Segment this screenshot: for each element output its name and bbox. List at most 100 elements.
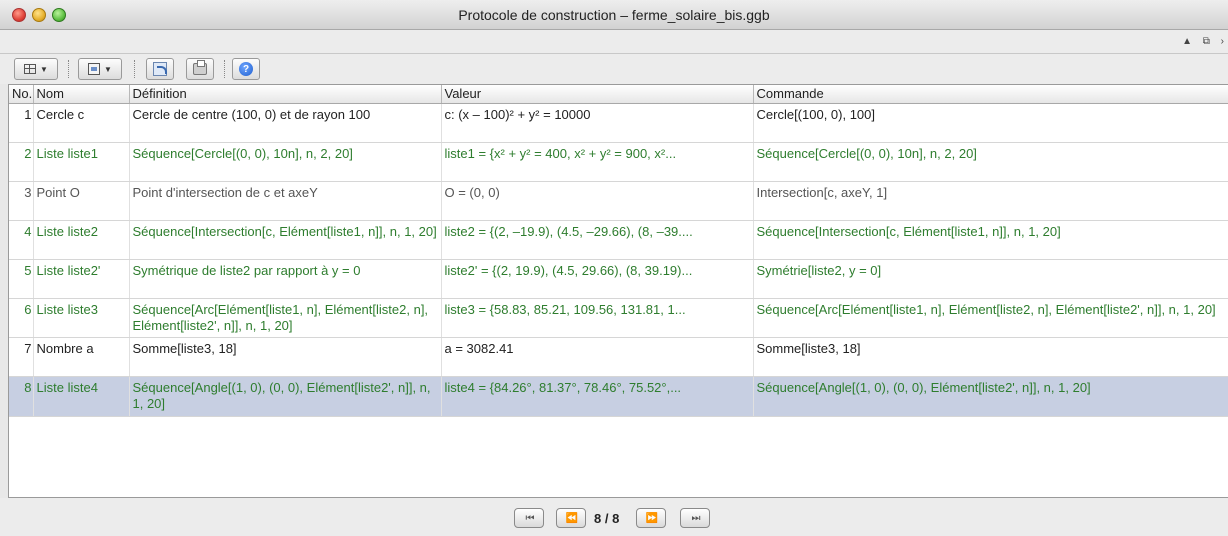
row-definition: Séquence[Angle[(1, 0), (0, 0), Elément[l… <box>129 376 442 417</box>
row-definition-text: Somme[liste3, 18] <box>132 340 237 356</box>
help-icon: ? <box>239 62 253 76</box>
row-definition-text: Symétrique de liste2 par rapport à y = 0 <box>132 262 361 278</box>
row-number: 7 <box>9 337 34 377</box>
print-button[interactable] <box>186 58 214 80</box>
toolbar-separator <box>134 60 135 78</box>
row-command-text: Symétrie[liste2, y = 0] <box>756 262 882 278</box>
row-command-text: Cercle[(100, 0), 100] <box>756 106 876 122</box>
row-definition: Séquence[Arc[Elément[liste1, n], Elément… <box>129 298 442 338</box>
row-command: Somme[liste3, 18] <box>753 337 1228 377</box>
row-definition-text: Séquence[Cercle[(0, 0), 10n], n, 2, 20] <box>132 145 353 161</box>
row-name-text: Liste liste2' <box>36 262 101 278</box>
row-command-text: Intersection[c, axeY, 1] <box>756 184 888 200</box>
chevron-down-icon: ▼ <box>104 64 112 74</box>
view-controls[interactable]: ▲ ⧉ › <box>1182 36 1228 47</box>
row-name-text: Nombre a <box>36 340 94 356</box>
row-definition: Somme[liste3, 18] <box>129 337 442 377</box>
help-button[interactable]: ? <box>232 58 260 80</box>
row-name: Liste liste1 <box>33 142 130 182</box>
row-definition: Cercle de centre (100, 0) et de rayon 10… <box>129 103 442 143</box>
skip-to-end-icon: ⏭ <box>691 512 701 524</box>
column-header-value[interactable]: Valeur <box>441 85 754 104</box>
previous-step-button[interactable]: ⏪ <box>556 508 586 528</box>
row-name: Liste liste4 <box>33 376 130 417</box>
row-number: 2 <box>9 142 34 182</box>
construction-protocol-table: No. Nom Définition Valeur Commande 1 Cer… <box>8 84 1228 498</box>
row-name: Liste liste2' <box>33 259 130 299</box>
table-row[interactable]: 3 Point O Point d'intersection de c et a… <box>9 181 1228 221</box>
row-name: Liste liste2 <box>33 220 130 260</box>
column-header-command[interactable]: Commande <box>753 85 1228 104</box>
row-command: Intersection[c, axeY, 1] <box>753 181 1228 221</box>
table-row-selected[interactable]: 8 Liste liste4 Séquence[Angle[(1, 0), (0… <box>9 376 1228 417</box>
row-value: liste2' = {(2, 19.9), (4.5, 29.66), (8, … <box>441 259 754 299</box>
row-definition-text: Séquence[Angle[(1, 0), (0, 0), Elément[l… <box>132 379 431 411</box>
table-row[interactable]: 5 Liste liste2' Symétrique de liste2 par… <box>9 259 1228 299</box>
table-row[interactable]: 2 Liste liste1 Séquence[Cercle[(0, 0), 1… <box>9 142 1228 182</box>
row-name: Cercle c <box>33 103 130 143</box>
row-value-text: liste1 = {x² + y² = 400, x² + y² = 900, … <box>444 145 677 161</box>
rewind-icon: ⏪ <box>565 512 579 524</box>
row-name: Nombre a <box>33 337 130 377</box>
row-number: 3 <box>9 181 34 221</box>
table-row[interactable]: 7 Nombre a Somme[liste3, 18] a = 3082.41… <box>9 337 1228 377</box>
row-definition: Séquence[Intersection[c, Elément[liste1,… <box>129 220 442 260</box>
export-html-icon <box>153 62 167 76</box>
row-definition-text: Point d'intersection de c et axeY <box>132 184 318 200</box>
first-step-button[interactable]: ⏮ <box>514 508 544 528</box>
step-counter: 8 / 8 <box>594 511 620 526</box>
last-step-button[interactable]: ⏭ <box>680 508 710 528</box>
chevron-down-icon: ▼ <box>40 64 48 74</box>
column-header-no[interactable]: No. <box>9 85 34 104</box>
options-menu-button[interactable]: ▼ <box>78 58 122 80</box>
row-name: Liste liste3 <box>33 298 130 338</box>
row-number: 1 <box>9 103 34 143</box>
row-command: Symétrie[liste2, y = 0] <box>753 259 1228 299</box>
row-name-text: Liste liste1 <box>36 145 98 161</box>
row-value-text: liste4 = {84.26°, 81.37°, 78.46°, 75.52°… <box>444 379 682 395</box>
table-header-row: No. Nom Définition Valeur Commande <box>9 85 1228 104</box>
skip-to-start-icon: ⏮ <box>525 512 535 524</box>
row-number: 8 <box>9 376 34 417</box>
row-value-text: a = 3082.41 <box>444 340 514 356</box>
row-definition-text: Cercle de centre (100, 0) et de rayon 10… <box>132 106 371 122</box>
print-icon <box>193 60 207 75</box>
table-row[interactable]: 4 Liste liste2 Séquence[Intersection[c, … <box>9 220 1228 260</box>
row-value: liste2 = {(2, –19.9), (4.5, –29.66), (8,… <box>441 220 754 260</box>
column-header-name[interactable]: Nom <box>33 85 130 104</box>
row-name-text: Liste liste2 <box>36 223 98 239</box>
toolbar-separator <box>68 60 69 78</box>
document-options-icon <box>88 63 101 75</box>
column-header-definition[interactable]: Définition <box>129 85 442 104</box>
row-name: Point O <box>33 181 130 221</box>
toolbar-separator <box>224 60 225 78</box>
row-definition-text: Séquence[Arc[Elément[liste1, n], Elément… <box>132 301 429 333</box>
row-name-text: Liste liste3 <box>36 301 98 317</box>
row-value: a = 3082.41 <box>441 337 754 377</box>
row-command: Séquence[Cercle[(0, 0), 10n], n, 2, 20] <box>753 142 1228 182</box>
table-columns-icon <box>24 64 37 74</box>
row-value-text: liste2' = {(2, 19.9), (4.5, 29.66), (8, … <box>444 262 693 278</box>
title-bar: Protocole de construction – ferme_solair… <box>0 0 1228 30</box>
next-step-button[interactable]: ⏩ <box>636 508 666 528</box>
row-value-text: c: (x – 100)² + y² = 10000 <box>444 106 591 122</box>
row-command: Séquence[Intersection[c, Elément[liste1,… <box>753 220 1228 260</box>
columns-menu-button[interactable]: ▼ <box>14 58 58 80</box>
navigation-bar: ⏮ ⏪ 8 / 8 ⏩ ⏭ <box>0 498 1228 536</box>
row-name-text: Liste liste4 <box>36 379 98 395</box>
row-command-text: Séquence[Intersection[c, Elément[liste1,… <box>756 223 1061 239</box>
row-value-text: liste3 = {58.83, 85.21, 109.56, 131.81, … <box>444 301 686 317</box>
table-row[interactable]: 6 Liste liste3 Séquence[Arc[Elément[list… <box>9 298 1228 338</box>
row-name-text: Point O <box>36 184 80 200</box>
row-command: Séquence[Arc[Elément[liste1, n], Elément… <box>753 298 1228 338</box>
table-row[interactable]: 1 Cercle c Cercle de centre (100, 0) et … <box>9 103 1228 143</box>
row-command: Séquence[Angle[(1, 0), (0, 0), Elément[l… <box>753 376 1228 417</box>
export-button[interactable] <box>146 58 174 80</box>
row-command-text: Séquence[Arc[Elément[liste1, n], Elément… <box>756 301 1216 317</box>
row-value-text: O = (0, 0) <box>444 184 500 200</box>
row-definition: Symétrique de liste2 par rapport à y = 0 <box>129 259 442 299</box>
view-header-strip: ▲ ⧉ › <box>0 30 1228 54</box>
row-value: O = (0, 0) <box>441 181 754 221</box>
row-command: Cercle[(100, 0), 100] <box>753 103 1228 143</box>
row-number: 4 <box>9 220 34 260</box>
